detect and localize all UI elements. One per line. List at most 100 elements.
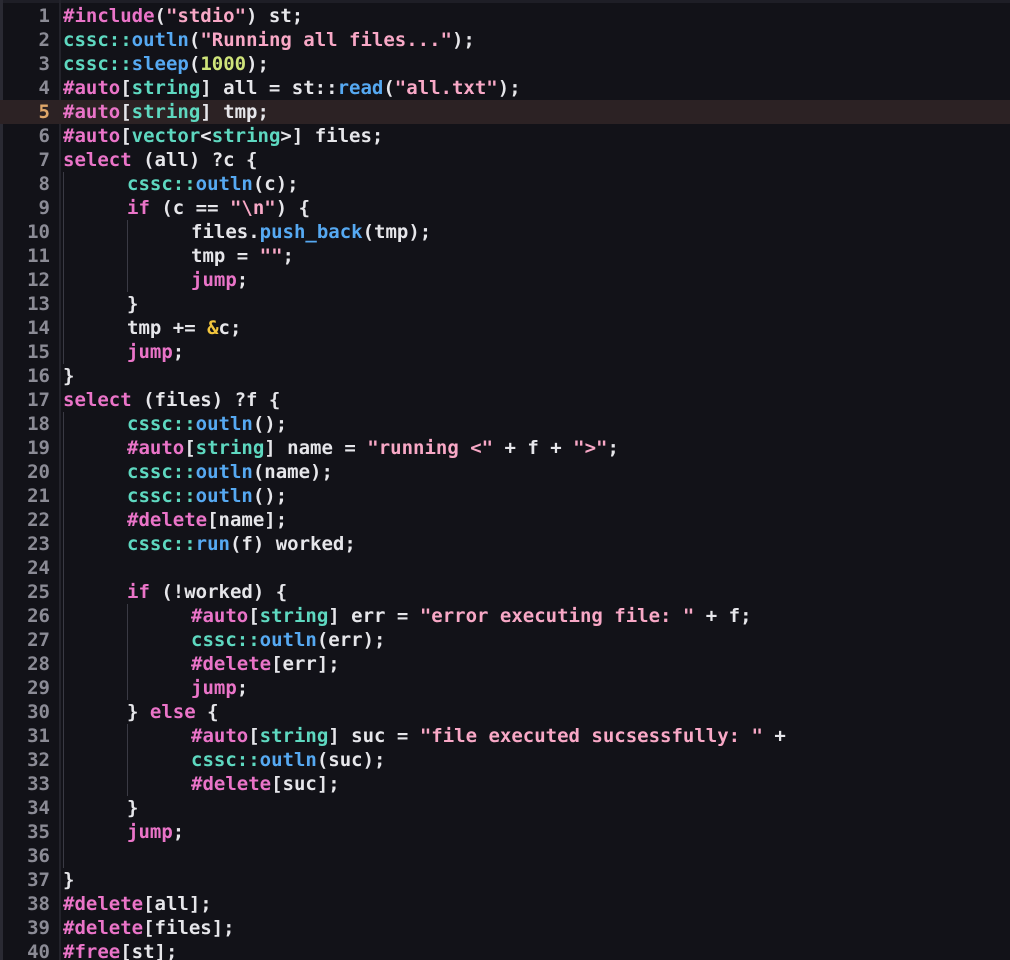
code-token: cssc bbox=[127, 461, 173, 483]
code-token: (c == bbox=[149, 197, 230, 219]
code-line[interactable]: 5 #auto[string] tmp; bbox=[0, 100, 1010, 124]
code-line[interactable]: 35 jump; bbox=[0, 820, 1010, 844]
line-code: #include("stdio") st; bbox=[63, 4, 303, 28]
code-line[interactable]: 6 #auto[vector<string>] files; bbox=[0, 124, 1010, 148]
indent-guide bbox=[63, 748, 64, 772]
code-token: + f; bbox=[694, 605, 752, 627]
code-token: { bbox=[195, 701, 219, 723]
code-line[interactable]: 19 #auto[string] name = "running <" + f +… bbox=[0, 436, 1010, 460]
code-token: ; bbox=[607, 437, 619, 459]
line-code: #free[st]; bbox=[63, 940, 177, 960]
code-line[interactable]: 29 jump; bbox=[0, 676, 1010, 700]
code-lines[interactable]: 1 #include("stdio") st; 2 cssc::outln("Runn… bbox=[0, 4, 1010, 960]
code-token: (f) worked; bbox=[229, 533, 356, 555]
line-code: tmp = ""; bbox=[191, 244, 294, 268]
line-code: tmp += &c; bbox=[127, 316, 241, 340]
indent-guide bbox=[127, 628, 128, 652]
line-code: #auto[string] err = "error executing fil… bbox=[191, 604, 752, 628]
code-token: cssc bbox=[127, 413, 173, 435]
line-number: 14 bbox=[27, 317, 50, 339]
code-line[interactable]: 36 bbox=[0, 844, 1010, 868]
code-line[interactable]: 3 cssc::sleep(1000); bbox=[0, 52, 1010, 76]
indent-guide bbox=[63, 844, 64, 868]
code-token: ; bbox=[172, 341, 185, 363]
indent-guide bbox=[127, 268, 128, 292]
line-number: 28 bbox=[27, 653, 50, 675]
code-line[interactable]: 26 #auto[string] err = "error executing f… bbox=[0, 604, 1010, 628]
code-line[interactable]: 17 select (files) ?f { bbox=[0, 388, 1010, 412]
indent-guide bbox=[127, 604, 128, 628]
code-line[interactable]: 8 cssc::outln(c); bbox=[0, 172, 1010, 196]
line-code: #delete[suc]; bbox=[191, 772, 340, 796]
line-code: #auto[string] name = "running <" + f + "… bbox=[127, 436, 619, 460]
line-number: 19 bbox=[27, 437, 50, 459]
line-code: } else { bbox=[127, 700, 219, 724]
code-line[interactable]: 22 #delete[name]; bbox=[0, 508, 1010, 532]
code-line[interactable]: 2 cssc::outln("Running all files..."); bbox=[0, 28, 1010, 52]
code-line[interactable]: 33 #delete[suc]; bbox=[0, 772, 1010, 796]
code-line[interactable]: 31 #auto[string] suc = "file executed suc… bbox=[0, 724, 1010, 748]
code-line[interactable]: 27 cssc::outln(err); bbox=[0, 628, 1010, 652]
code-line[interactable]: 40 #free[st]; bbox=[0, 940, 1010, 960]
code-line[interactable]: 10 files.push_back(tmp); bbox=[0, 220, 1010, 244]
code-token: c; bbox=[218, 317, 242, 339]
indent-guide bbox=[63, 796, 64, 820]
code-token: [err]; bbox=[271, 653, 340, 675]
line-code: cssc::sleep(1000); bbox=[63, 52, 269, 76]
code-line[interactable]: 23 cssc::run(f) worked; bbox=[0, 532, 1010, 556]
code-token: #auto bbox=[191, 605, 249, 627]
line-code: #auto[string] tmp; bbox=[63, 100, 269, 124]
code-line[interactable]: 34} bbox=[0, 796, 1010, 820]
code-line[interactable]: 21 cssc::outln(); bbox=[0, 484, 1010, 508]
line-number: 32 bbox=[27, 749, 50, 771]
code-line[interactable]: 39 #delete[files]; bbox=[0, 916, 1010, 940]
code-token: :: bbox=[108, 53, 132, 75]
code-token: cssc bbox=[63, 29, 109, 51]
code-token: [ bbox=[120, 101, 132, 123]
line-code: } bbox=[127, 292, 138, 316]
code-token: #auto bbox=[63, 77, 121, 99]
code-line[interactable]: 25 if (!worked) { bbox=[0, 580, 1010, 604]
indent-guide bbox=[63, 820, 64, 844]
code-line[interactable]: 9 if (c == "\n") { bbox=[0, 196, 1010, 220]
line-code: if (c == "\n") { bbox=[127, 196, 310, 220]
code-token: jump bbox=[191, 269, 237, 291]
code-token: (err); bbox=[316, 629, 386, 651]
code-token: string bbox=[195, 437, 265, 459]
code-line[interactable]: 11 tmp = ""; bbox=[0, 244, 1010, 268]
code-line[interactable]: 38 #delete[all]; bbox=[0, 892, 1010, 916]
line-code: cssc::outln(c); bbox=[127, 172, 299, 196]
code-line[interactable]: 16} bbox=[0, 364, 1010, 388]
code-editor[interactable]: 1 #include("stdio") st; 2 cssc::outln("Runn… bbox=[0, 0, 1010, 960]
code-line[interactable]: 28 #delete[err]; bbox=[0, 652, 1010, 676]
code-line[interactable]: 15 jump; bbox=[0, 340, 1010, 364]
code-line[interactable]: 4 #auto[string] all = st::read("all.txt")… bbox=[0, 76, 1010, 100]
line-number: 23 bbox=[27, 533, 50, 555]
code-line[interactable]: 37} bbox=[0, 868, 1010, 892]
code-line[interactable]: 14 tmp += &c; bbox=[0, 316, 1010, 340]
code-token: ] all = st:: bbox=[200, 77, 338, 99]
line-number: 9 bbox=[38, 197, 50, 219]
indent-guide bbox=[63, 436, 64, 460]
code-line[interactable]: 7 select (all) ?c { bbox=[0, 148, 1010, 172]
code-token: 1000 bbox=[200, 53, 247, 75]
indent-guide bbox=[63, 628, 64, 652]
code-token: :: bbox=[172, 485, 196, 507]
code-token: ">" bbox=[573, 437, 608, 459]
indent-guide bbox=[63, 292, 64, 316]
line-code: #delete[files]; bbox=[63, 916, 235, 940]
code-line[interactable]: 18 cssc::outln(); bbox=[0, 412, 1010, 436]
code-line[interactable]: 30} else { bbox=[0, 700, 1010, 724]
code-token: cssc bbox=[191, 629, 237, 651]
code-line[interactable]: 13} bbox=[0, 292, 1010, 316]
code-token: [files]; bbox=[143, 917, 235, 939]
code-line[interactable]: 1 #include("stdio") st; bbox=[0, 4, 1010, 28]
line-number: 38 bbox=[27, 893, 50, 915]
code-line[interactable]: 24 bbox=[0, 556, 1010, 580]
indent-guide bbox=[63, 508, 64, 532]
editor-top-border bbox=[0, 0, 1010, 3]
code-line[interactable]: 32 cssc::outln(suc); bbox=[0, 748, 1010, 772]
code-line[interactable]: 12 jump; bbox=[0, 268, 1010, 292]
code-token: "Running all files..." bbox=[200, 29, 452, 51]
code-line[interactable]: 20 cssc::outln(name); bbox=[0, 460, 1010, 484]
